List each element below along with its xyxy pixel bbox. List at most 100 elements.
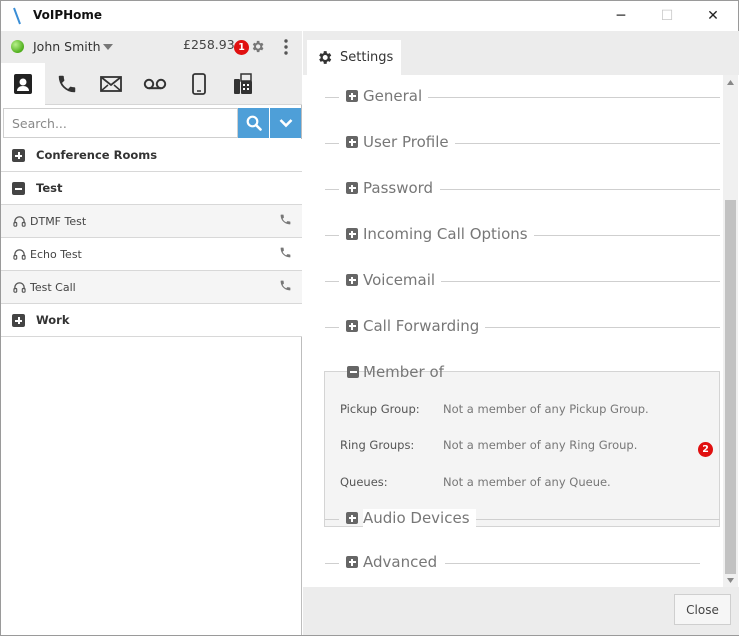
contacts-icon [14, 74, 32, 94]
more-options-icon[interactable] [280, 38, 292, 56]
section-title: Advanced [363, 553, 444, 571]
expand-icon[interactable] [346, 228, 358, 240]
chevron-down-icon[interactable] [103, 44, 113, 50]
settings-panel: Settings General User Profile Password I… [303, 31, 739, 635]
tab-settings[interactable]: Settings [307, 40, 401, 75]
maximize-button[interactable]: ☐ [644, 1, 690, 31]
section-call-forwarding[interactable]: Call Forwarding [325, 317, 720, 337]
close-window-button[interactable]: ✕ [690, 1, 736, 31]
annotation-badge-1: 1 [234, 40, 249, 55]
settings-content: General User Profile Password Incoming C… [303, 75, 723, 585]
settings-tab-bar: Settings [303, 31, 739, 75]
phone-icon[interactable] [279, 246, 292, 259]
section-title: Audio Devices [363, 509, 476, 527]
gear-icon[interactable] [250, 39, 265, 54]
group-work[interactable]: Work [1, 304, 302, 337]
headset-icon [13, 282, 26, 293]
search-button[interactable] [238, 108, 269, 138]
field-label: Pickup Group: [340, 402, 420, 416]
search-input[interactable] [3, 108, 238, 138]
section-title: General [363, 87, 429, 105]
presence-status-icon [11, 40, 24, 53]
expand-icon[interactable] [346, 512, 358, 524]
chevron-down-icon [279, 119, 292, 128]
section-password[interactable]: Password [325, 179, 720, 199]
headset-icon [13, 249, 26, 260]
title-bar: VoIPHome ─ ☐ ✕ [1, 1, 738, 31]
section-audio-devices[interactable]: Audio Devices [325, 509, 720, 529]
tab-calls[interactable] [45, 63, 89, 105]
field-label: Ring Groups: [340, 438, 415, 452]
expand-icon[interactable] [12, 149, 25, 162]
tab-voicemail[interactable] [133, 63, 177, 105]
headset-icon [13, 216, 26, 227]
tab-contacts[interactable] [1, 63, 45, 105]
section-title: Password [363, 179, 440, 197]
section-advanced[interactable]: Advanced [325, 553, 720, 573]
contact-label: Echo Test [30, 248, 82, 261]
group-label: Test [36, 181, 63, 195]
contact-list: Conference Rooms Test DTMF Test Echo Tes… [1, 139, 302, 337]
mobile-icon [192, 73, 206, 95]
account-balance: £258.93 [183, 37, 235, 52]
contact-label: Test Call [30, 281, 76, 294]
section-general[interactable]: General [325, 87, 720, 107]
field-value: Not a member of any Queue. [443, 475, 611, 489]
app-title: VoIPHome [33, 8, 103, 22]
group-conference-rooms[interactable]: Conference Rooms [1, 139, 302, 172]
expand-icon[interactable] [346, 320, 358, 332]
scroll-down-arrow-icon[interactable] [723, 573, 738, 587]
expand-icon[interactable] [12, 314, 25, 327]
list-item[interactable]: Echo Test [1, 238, 302, 271]
user-bar: John Smith £258.93 1 [1, 31, 302, 63]
settings-footer: Close [303, 587, 739, 635]
expand-icon[interactable] [346, 556, 358, 568]
expand-icon[interactable] [346, 274, 358, 286]
list-item[interactable]: Test Call [1, 271, 302, 304]
navigation-tabs [1, 63, 302, 105]
search-bar [1, 107, 302, 139]
group-test[interactable]: Test [1, 172, 302, 205]
section-title: User Profile [363, 133, 455, 151]
expand-icon[interactable] [346, 90, 358, 102]
section-member-of: Member of Pickup Group: Not a member of … [324, 363, 720, 527]
app-window: VoIPHome ─ ☐ ✕ John Smith £258.93 1 Sear… [0, 0, 739, 636]
expand-icon[interactable] [346, 136, 358, 148]
field-label: Queues: [340, 475, 388, 489]
collapse-icon[interactable] [347, 366, 359, 378]
settings-tab-label: Settings [340, 50, 394, 65]
fax-icon [234, 73, 252, 94]
close-button[interactable]: Close [674, 594, 731, 625]
section-title: Call Forwarding [363, 317, 486, 335]
envelope-icon [100, 76, 122, 92]
group-label: Work [36, 313, 70, 327]
phone-icon[interactable] [279, 213, 292, 226]
user-name[interactable]: John Smith [33, 39, 101, 54]
scrollbar[interactable] [723, 75, 738, 587]
app-logo-icon [13, 7, 21, 25]
scroll-up-arrow-icon[interactable] [723, 75, 738, 89]
collapse-icon[interactable] [12, 182, 25, 195]
contact-label: DTMF Test [30, 215, 87, 228]
scrollbar-thumb[interactable] [725, 200, 736, 574]
phone-icon[interactable] [279, 279, 292, 292]
field-value: Not a member of any Ring Group. [443, 438, 638, 452]
expand-icon[interactable] [346, 182, 358, 194]
minimize-button[interactable]: ─ [598, 1, 644, 31]
list-item[interactable]: DTMF Test [1, 205, 302, 238]
section-user-profile[interactable]: User Profile [325, 133, 720, 153]
left-panel: John Smith £258.93 1 Search... Conferenc… [1, 31, 302, 635]
tab-mobile[interactable] [177, 63, 221, 105]
gear-icon [319, 51, 332, 64]
voicemail-icon [143, 78, 167, 90]
phone-icon [58, 75, 76, 93]
search-options-button[interactable] [270, 108, 301, 138]
section-incoming-call-options[interactable]: Incoming Call Options [325, 225, 720, 245]
section-title: Incoming Call Options [363, 225, 534, 243]
section-voicemail[interactable]: Voicemail [325, 271, 720, 291]
search-icon [246, 115, 262, 131]
tab-messages[interactable] [89, 63, 133, 105]
field-value: Not a member of any Pickup Group. [443, 402, 649, 416]
section-title: Voicemail [363, 271, 442, 289]
tab-fax[interactable] [221, 63, 265, 105]
